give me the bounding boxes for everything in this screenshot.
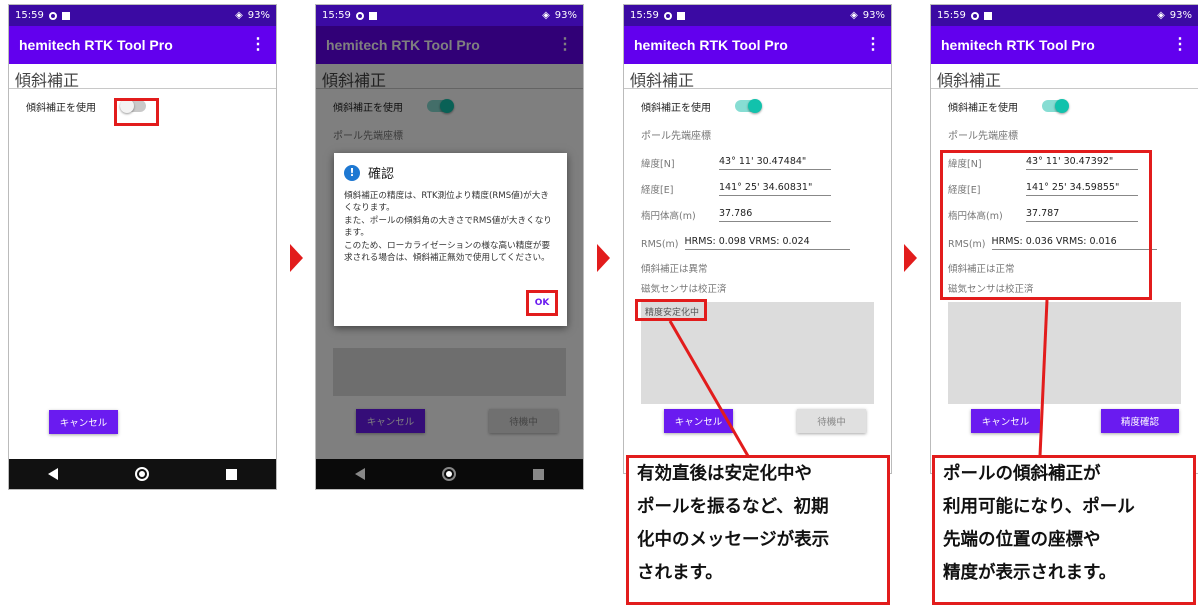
callout-line: ポールを振るなど、初期 <box>637 497 829 517</box>
callout-left: 有効直後は安定化中や ポールを振るなど、初期 化中のメッセージが表示 されます。 <box>626 455 890 605</box>
callout-line: 利用可能になり、ポール <box>943 497 1135 517</box>
leader-line-right <box>1038 299 1049 457</box>
callout-line: 有効直後は安定化中や <box>637 464 812 484</box>
callout-line: 精度が表示されます。 <box>943 563 1117 583</box>
callout-line: 先端の位置の座標や <box>943 530 1101 550</box>
leader-line-left <box>668 320 750 457</box>
callout-right: ポールの傾斜補正が 利用可能になり、ポール 先端の位置の座標や 精度が表示されま… <box>932 455 1196 605</box>
callout-line: されます。 <box>637 563 723 583</box>
callout-line: 化中のメッセージが表示 <box>637 530 830 550</box>
callout-line: ポールの傾斜補正が <box>943 464 1101 484</box>
